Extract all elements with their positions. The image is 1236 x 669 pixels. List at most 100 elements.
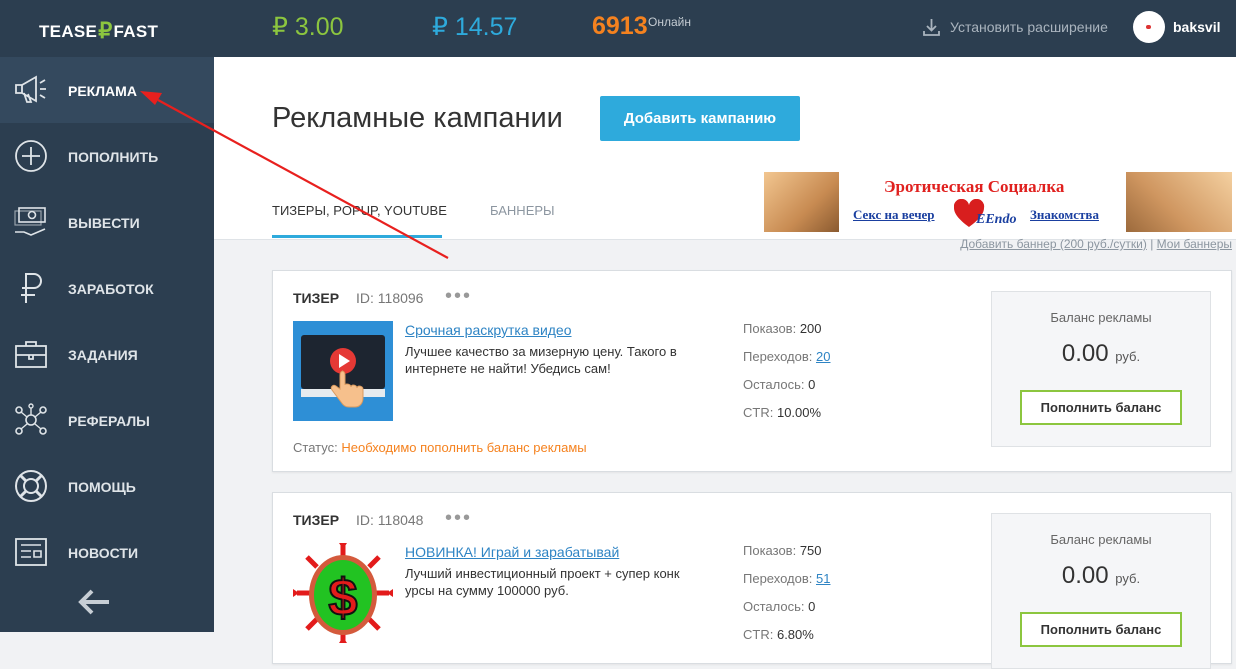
sidebar-item-withdraw[interactable]: ВЫВЕСТИ (0, 189, 214, 255)
ad-banner[interactable]: Эротическая Социалка Секс на вечер EEndo… (764, 172, 1232, 232)
collapse-sidebar-button[interactable] (0, 575, 214, 632)
stat-clicks: Переходов: 51 (743, 571, 830, 599)
sidebar: РЕКЛАМА ПОПОЛНИТЬ ВЫВЕСТИ ЗАРАБОТОК ЗАДА… (0, 57, 214, 632)
arrow-left-icon (78, 589, 109, 615)
sidebar-item-label: РЕФЕРАЛЫ (68, 413, 150, 429)
page-title: Рекламные кампании (272, 102, 563, 134)
sidebar-item-label: ЗАДАНИЯ (68, 347, 138, 363)
stat-left: Осталось: 0 (743, 377, 830, 405)
campaign-title-link[interactable]: НОВИНКА! Играй и зарабатывай (405, 544, 619, 560)
stat-ctr: CTR: 10.00% (743, 405, 830, 433)
install-extension-label: Установить расширение (950, 19, 1108, 35)
balance-panel: Баланс рекламы 0.00 руб. Пополнить балан… (991, 291, 1211, 447)
stat-clicks: Переходов: 20 (743, 349, 830, 377)
banner-title: Эротическая Социалка (884, 177, 1065, 196)
add-banner-link[interactable]: Добавить баннер (200 руб./сутки) (960, 237, 1147, 251)
balance-main: ₽ 3.00 (272, 13, 344, 41)
sidebar-item-referrals[interactable]: РЕФЕРАЛЫ (0, 387, 214, 453)
balance-currency: руб. (1115, 349, 1141, 364)
ctr-value: 6.80% (776, 627, 814, 642)
plus-circle-icon (15, 140, 47, 172)
clicks-link[interactable]: 20 (816, 349, 830, 364)
balance-value: 0.00 руб. (992, 340, 1210, 368)
left-value: 0 (808, 377, 816, 392)
stat-views: Показов: 750 (743, 543, 830, 571)
lifebuoy-icon (15, 470, 47, 502)
sidebar-item-earnings[interactable]: ЗАРАБОТОК (0, 255, 214, 321)
campaign-card: ТИЗЕР ID: 118048 ••• $ НОВИНКА! Играй и … (272, 492, 1232, 669)
user-menu[interactable]: baksvil (1133, 11, 1220, 43)
banner-left-link[interactable]: Секс на вечер (853, 207, 935, 223)
left-label: Осталось: (743, 377, 805, 392)
banner-logo-text: EEndo (975, 212, 1016, 227)
megaphone-icon (15, 75, 46, 103)
install-extension-link[interactable]: Установить расширение (922, 18, 1108, 36)
sidebar-item-help[interactable]: ПОМОЩЬ (0, 453, 214, 519)
banner-links: Добавить баннер (200 руб./сутки) | Мои б… (960, 237, 1232, 251)
add-campaign-button[interactable]: Добавить кампанию (600, 96, 800, 141)
stat-ctr: CTR: 6.80% (743, 627, 830, 655)
left-value: 0 (808, 599, 816, 614)
views-value: 750 (799, 543, 822, 558)
sidebar-item-label: ПОПОЛНИТЬ (68, 149, 159, 165)
logo-ruble-symbol: ₽ (98, 18, 113, 43)
topup-balance-button[interactable]: Пополнить баланс (1020, 612, 1182, 647)
more-options-icon[interactable]: ••• (445, 507, 472, 530)
newspaper-icon (15, 538, 47, 566)
campaign-stats: Показов: 200 Переходов: 20 Осталось: 0 C… (743, 321, 830, 433)
status-text: Необходимо пополнить баланс рекламы (341, 440, 587, 455)
campaign-id: ID: 118096 (356, 290, 424, 306)
sidebar-item-tasks[interactable]: ЗАДАНИЯ (0, 321, 214, 387)
campaign-stats: Показов: 750 Переходов: 51 Осталось: 0 C… (743, 543, 830, 655)
clicks-link[interactable]: 51 (816, 571, 830, 586)
online-count: 6913 (592, 12, 648, 40)
views-label: Показов: (743, 543, 797, 558)
sidebar-item-ads[interactable]: РЕКЛАМА (0, 57, 214, 123)
network-icon (15, 403, 47, 435)
username: baksvil (1173, 19, 1221, 35)
campaign-description: Лучшее качество за мизерную цену. Такого… (405, 344, 677, 376)
sidebar-item-label: НОВОСТИ (68, 545, 139, 561)
online-label: Онлайн (648, 15, 691, 29)
banner-links-separator: | (1150, 237, 1154, 251)
campaign-title-link[interactable]: Срочная раскрутка видео (405, 322, 572, 338)
logo-text-right: FAST (113, 22, 159, 41)
avatar (1133, 11, 1165, 43)
left-label: Осталось: (743, 599, 805, 614)
campaign-id: ID: 118048 (356, 512, 424, 528)
balance-title: Баланс рекламы (1050, 310, 1152, 325)
balance-panel: Баланс рекламы 0.00 руб. Пополнить балан… (991, 513, 1211, 669)
briefcase-icon (15, 341, 47, 368)
tab-teasers[interactable]: ТИЗЕРЫ, POPUP, YOUTUBE (272, 203, 447, 218)
campaign-card: ТИЗЕР ID: 118096 ••• Срочная раскрутка в… (272, 270, 1232, 472)
balance-amount: 0.00 (1061, 340, 1109, 367)
stat-views: Показов: 200 (743, 321, 830, 349)
dollar-promo-image[interactable]: $ (293, 543, 393, 643)
balance-currency: руб. (1115, 571, 1141, 586)
balance-amount: 0.00 (1061, 562, 1109, 589)
top-bar: TEASE₽FAST ₽ 3.00 ₽ 14.57 6913 Онлайн Ус… (0, 0, 1236, 57)
video-promo-image[interactable] (293, 321, 393, 421)
sidebar-item-label: ВЫВЕСТИ (68, 215, 140, 231)
download-icon (923, 19, 940, 36)
more-options-icon[interactable]: ••• (445, 285, 472, 308)
logo[interactable]: TEASE₽FAST (39, 17, 158, 43)
my-banners-link[interactable]: Мои баннеры (1157, 237, 1232, 251)
views-value: 200 (799, 321, 822, 336)
stat-left: Осталось: 0 (743, 599, 830, 627)
balance-value: 0.00 руб. (992, 562, 1210, 590)
tab-banners[interactable]: БАННЕРЫ (490, 203, 555, 218)
sidebar-item-deposit[interactable]: ПОПОЛНИТЬ (0, 123, 214, 189)
banner-heart-logo: EEndo (954, 199, 1016, 227)
banner-right-link[interactable]: Знакомства (1030, 207, 1099, 223)
sidebar-item-label: РЕКЛАМА (68, 83, 137, 99)
active-tab-indicator (272, 235, 442, 238)
sidebar-item-label: ПОМОЩЬ (68, 479, 136, 495)
banner-photo-left (764, 172, 839, 232)
campaign-type: ТИЗЕР (293, 512, 340, 528)
cash-hand-icon (14, 207, 46, 236)
ruble-icon (21, 273, 42, 303)
topup-balance-button[interactable]: Пополнить баланс (1020, 390, 1182, 425)
balance-ads: ₽ 14.57 (432, 13, 518, 41)
banner-photo-right (1126, 172, 1232, 232)
